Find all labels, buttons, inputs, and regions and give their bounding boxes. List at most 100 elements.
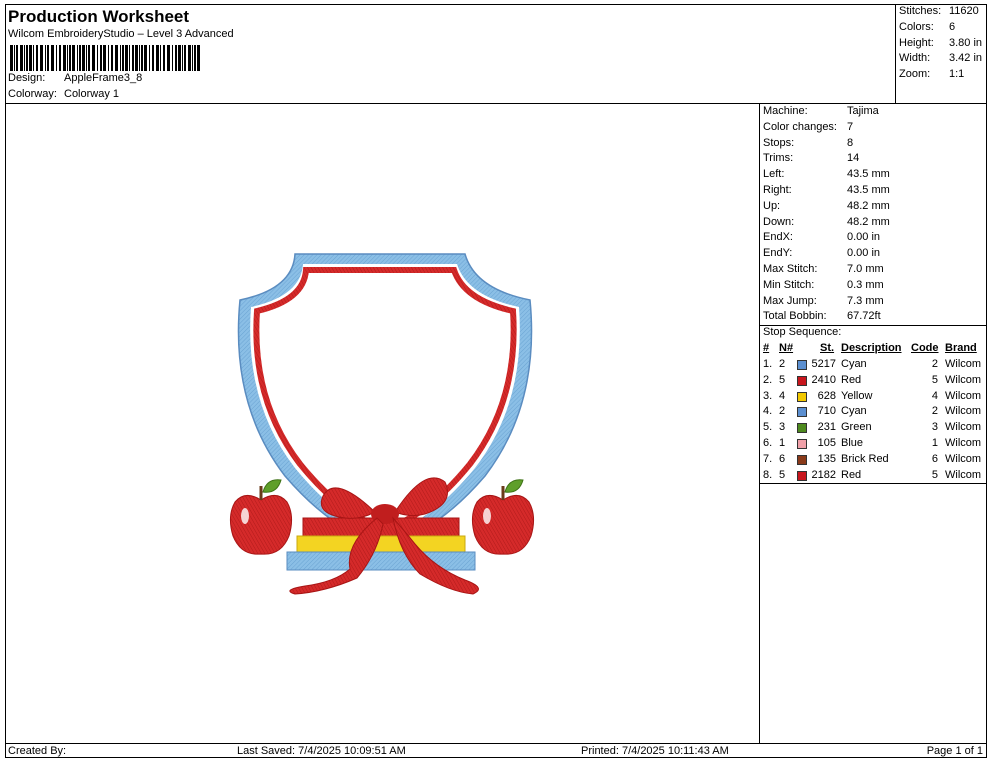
color-swatch-icon [797, 375, 807, 386]
property-row: Left: 43.5 mm [763, 168, 890, 180]
property-value: 0.00 in [847, 231, 881, 244]
color-code: 5 [931, 373, 938, 386]
color-description: Cyan [841, 358, 867, 370]
stop-index: 2. [763, 373, 773, 386]
property-value: 48.2 mm [847, 215, 890, 228]
color-description: Red [841, 468, 862, 481]
design-value: AppleFrame3_8 [64, 72, 143, 84]
stop-sequence-title: Stop Sequence: [763, 326, 842, 338]
property-row: EndY: 0.00 in [763, 247, 880, 259]
stop-index: 5. [763, 421, 773, 434]
leaf-left [262, 479, 282, 493]
color-code: 5 [931, 468, 938, 481]
color-description: Red [841, 373, 862, 386]
property-row: Down: 48.2 mm [763, 216, 890, 228]
brand-name: Wilcom [945, 405, 982, 418]
needle-number: 5 [779, 373, 786, 386]
colorway-label: Colorway: [8, 88, 57, 100]
needle-number: 6 [779, 452, 786, 465]
stitch-count: 2410 [811, 373, 836, 386]
property-label: Machine: [763, 105, 808, 117]
property-value: 7 [847, 120, 854, 133]
apple-left [229, 495, 293, 555]
property-row: Min Stitch: 0.3 mm [763, 279, 884, 291]
design-label: Design: [8, 72, 46, 84]
color-code: 2 [931, 405, 938, 418]
page-title: Production Worksheet [8, 7, 190, 26]
stat-colors: Colors: 6 [899, 21, 956, 33]
design-preview [5, 104, 760, 744]
property-row: Total Bobbin: 67.72ft [763, 310, 881, 322]
property-label: Left: [763, 168, 785, 181]
needle-number: 1 [779, 437, 786, 449]
stitch-count: 135 [817, 452, 836, 465]
color-swatch-icon [797, 391, 807, 402]
needle-number: 4 [779, 389, 786, 402]
property-value: 43.5 mm [847, 184, 890, 196]
color-swatch-icon [797, 360, 807, 370]
color-description: Blue [841, 437, 864, 449]
embroidery-design-image [229, 253, 535, 595]
last-saved: Last Saved: 7/4/2025 10:09:51 AM [237, 745, 406, 757]
color-code: 4 [931, 389, 938, 402]
needle-number: 5 [779, 468, 786, 481]
property-label: Down: [763, 215, 795, 228]
leaf-right [504, 479, 524, 493]
property-label: Color changes: [763, 120, 837, 133]
property-row: Stops: 8 [763, 137, 853, 149]
color-swatch-icon [797, 470, 807, 481]
colorway-row: Colorway: Colorway 1 [8, 88, 119, 100]
stop-index: 6. [763, 437, 773, 449]
created-by: Created By: [8, 745, 67, 757]
stitch-count: 710 [817, 405, 836, 418]
property-label: EndX: [763, 231, 793, 244]
color-code: 1 [931, 437, 938, 449]
stop-row: 7. 6 135 Brick Red 6 Wilcom [760, 453, 987, 469]
stat-width: Width: 3.42 in [899, 52, 983, 64]
stop-index: 8. [763, 468, 773, 481]
property-label: Right: [763, 184, 792, 196]
properties-panel: Machine: Tajima Color changes: 7 Stops: 8 Trim… [759, 104, 987, 744]
property-row: Machine: Tajima [763, 105, 879, 117]
stop-row: 4. 2 710 Cyan 2 Wilcom [760, 405, 987, 421]
needle-number: 2 [779, 358, 786, 370]
property-label: Min Stitch: [763, 278, 815, 291]
color-swatch-icon [797, 439, 807, 449]
color-code: 6 [931, 452, 938, 465]
property-row: Max Jump: 7.3 mm [763, 295, 884, 307]
property-value: 7.3 mm [847, 294, 884, 307]
property-value: 43.5 mm [847, 168, 890, 181]
printed-date: Printed: 7/4/2025 10:11:43 AM [581, 745, 729, 757]
stitch-count: 628 [817, 389, 836, 402]
color-swatch-icon [797, 407, 807, 418]
property-row: Up: 48.2 mm [763, 200, 890, 212]
property-label: Up: [763, 199, 781, 212]
property-value: 7.0 mm [847, 263, 884, 275]
property-value: 67.72ft [847, 310, 881, 323]
property-label: EndY: [763, 247, 793, 260]
brand-name: Wilcom [945, 358, 982, 370]
stitch-count: 231 [817, 421, 836, 434]
property-label: Max Jump: [763, 294, 817, 307]
property-value: 8 [847, 136, 854, 149]
property-value: 0.3 mm [847, 278, 884, 291]
barcode-icon [10, 45, 200, 71]
brand-name: Wilcom [945, 389, 982, 402]
property-label: Max Stitch: [763, 263, 818, 275]
stop-index: 1. [763, 358, 773, 370]
stop-row: 1. 2 5217 Cyan 2 Wilcom [760, 358, 987, 374]
color-description: Green [841, 421, 872, 434]
stitch-count: 2182 [811, 468, 836, 481]
color-swatch-icon [797, 423, 807, 434]
stop-index: 7. [763, 452, 773, 465]
color-code: 2 [931, 358, 938, 370]
stitch-count: 105 [817, 437, 836, 449]
worksheet-footer: Created By: Last Saved: 7/4/2025 10:09:5… [5, 743, 987, 758]
brand-name: Wilcom [945, 421, 982, 434]
book-yellow [296, 535, 466, 553]
property-value: 0.00 in [847, 247, 881, 260]
stop-row: 5. 3 231 Green 3 Wilcom [760, 421, 987, 437]
color-description: Cyan [841, 405, 867, 418]
stop-table-header: # N# St. Description Code Brand [763, 342, 977, 354]
color-swatch-icon [797, 454, 807, 465]
